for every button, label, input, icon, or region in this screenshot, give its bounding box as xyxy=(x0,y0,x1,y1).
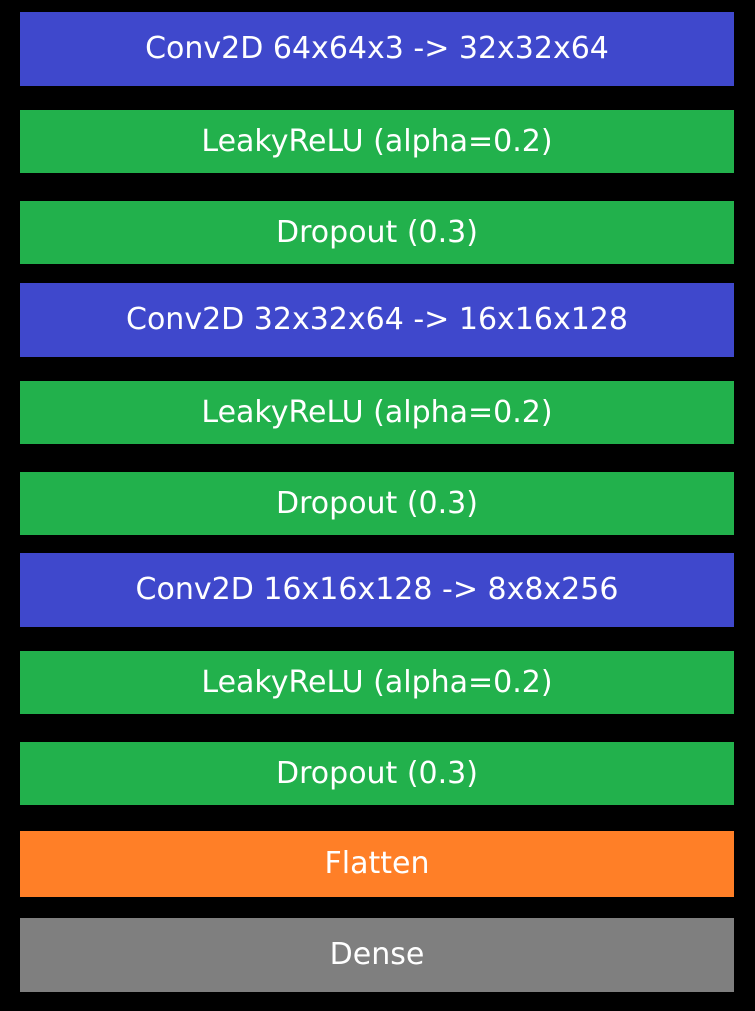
layer-dense-11: Dense xyxy=(20,918,734,992)
layer-conv-4: Conv2D 32x32x64 -> 16x16x128 xyxy=(20,283,734,357)
layer-dropout-9: Dropout (0.3) xyxy=(20,742,734,805)
layer-dropout-6: Dropout (0.3) xyxy=(20,472,734,535)
layer-flatten-10: Flatten xyxy=(20,831,734,897)
layer-conv-1: Conv2D 64x64x3 -> 32x32x64 xyxy=(20,12,734,86)
layer-dropout-3: Dropout (0.3) xyxy=(20,201,734,264)
layer-conv-7: Conv2D 16x16x128 -> 8x8x256 xyxy=(20,553,734,627)
layer-activation-8: LeakyReLU (alpha=0.2) xyxy=(20,651,734,714)
layer-activation-2: LeakyReLU (alpha=0.2) xyxy=(20,110,734,173)
layer-activation-5: LeakyReLU (alpha=0.2) xyxy=(20,381,734,444)
layer-stack: Conv2D 64x64x3 -> 32x32x64 LeakyReLU (alp… xyxy=(0,0,755,1011)
